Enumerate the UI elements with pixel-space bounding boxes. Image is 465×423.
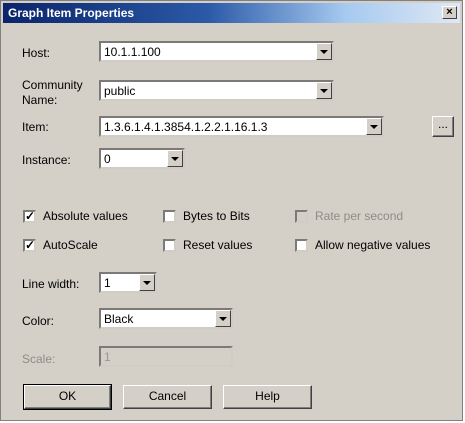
rate-per-second-label: Rate per second: [315, 209, 404, 223]
allow-negative-values-label[interactable]: Allow negative values: [315, 238, 430, 252]
absolute-values-checkbox[interactable]: ✓: [23, 210, 36, 223]
host-dropdown-arrow-icon[interactable]: [316, 43, 332, 60]
item-dropdown-arrow-icon[interactable]: [366, 118, 382, 135]
color-value: Black: [104, 312, 134, 326]
absolute-values-label[interactable]: Absolute values: [43, 209, 128, 223]
community-label-line1: Community: [22, 78, 83, 92]
host-combobox[interactable]: 10.1.1.100: [99, 41, 334, 62]
window-title: Graph Item Properties: [8, 6, 135, 20]
item-browse-button[interactable]: ...: [432, 116, 454, 137]
cancel-button-label: Cancel: [148, 389, 187, 403]
title-bar[interactable]: Graph Item Properties ×: [3, 3, 460, 23]
bytes-to-bits-checkbox[interactable]: [163, 210, 176, 223]
item-combobox[interactable]: 1.3.6.1.4.1.3854.1.2.2.1.16.1.3: [99, 116, 384, 137]
ok-button-label: OK: [58, 389, 77, 403]
scale-value: 1: [104, 350, 111, 364]
color-combobox[interactable]: Black: [99, 308, 233, 329]
instance-value: 0: [104, 152, 111, 166]
scale-input: 1: [99, 346, 233, 367]
community-label-line2: Name:: [22, 93, 58, 107]
help-button-label: Help: [255, 389, 280, 403]
host-label: Host:: [22, 46, 51, 60]
community-dropdown-arrow-icon[interactable]: [316, 82, 332, 99]
close-button[interactable]: ×: [442, 6, 457, 19]
instance-combobox[interactable]: 0: [99, 148, 185, 169]
autoscale-label[interactable]: AutoScale: [43, 238, 98, 252]
community-name-value: public: [104, 84, 136, 98]
help-button[interactable]: Help: [223, 385, 312, 409]
autoscale-checkbox[interactable]: ✓: [23, 239, 36, 252]
line-width-dropdown-arrow-icon[interactable]: [139, 274, 155, 291]
ok-button[interactable]: OK: [23, 384, 112, 410]
graph-item-properties-dialog: Graph Item Properties × Host: 10.1.1.100…: [0, 0, 463, 421]
item-browse-label: ...: [437, 117, 448, 131]
line-width-value: 1: [104, 276, 111, 290]
color-dropdown-arrow-icon[interactable]: [215, 310, 231, 327]
instance-dropdown-arrow-icon[interactable]: [167, 150, 183, 167]
cancel-button[interactable]: Cancel: [123, 385, 212, 409]
allow-negative-values-checkbox[interactable]: [295, 239, 308, 252]
scale-label: Scale:: [22, 352, 56, 366]
color-label: Color:: [22, 314, 55, 328]
item-label: Item:: [22, 120, 49, 134]
checkmark-icon: ✓: [25, 238, 36, 252]
reset-values-checkbox[interactable]: [163, 239, 176, 252]
checkmark-icon: ✓: [25, 209, 36, 223]
reset-values-label[interactable]: Reset values: [183, 238, 252, 252]
rate-per-second-checkbox[interactable]: [295, 210, 308, 223]
bytes-to-bits-label[interactable]: Bytes to Bits: [183, 209, 250, 223]
line-width-label: Line width:: [22, 277, 80, 291]
line-width-combobox[interactable]: 1: [99, 272, 157, 293]
instance-label: Instance:: [22, 153, 71, 167]
host-value: 10.1.1.100: [104, 45, 161, 59]
item-value: 1.3.6.1.4.1.3854.1.2.2.1.16.1.3: [104, 120, 268, 134]
community-name-combobox[interactable]: public: [99, 80, 334, 101]
